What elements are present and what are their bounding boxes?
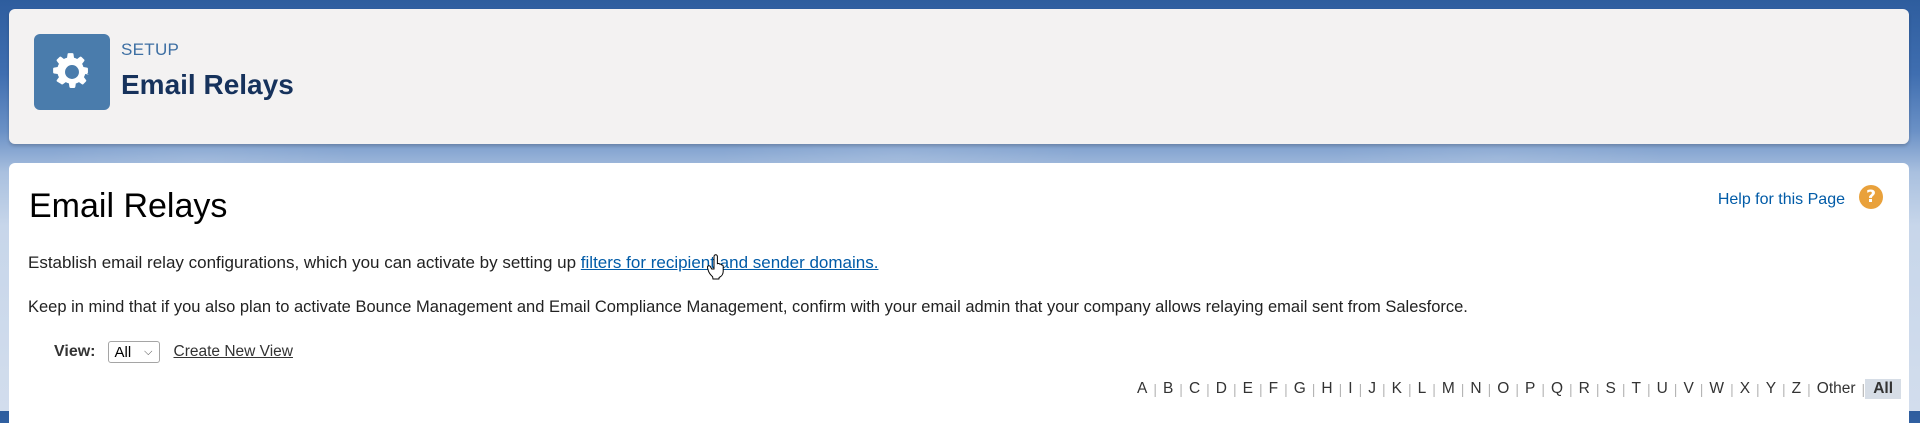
description-text: Establish email relay configurations, wh… xyxy=(28,253,581,272)
alpha-filter-all[interactable]: All xyxy=(1865,379,1901,399)
alpha-filter-l[interactable]: L xyxy=(1412,380,1433,398)
alpha-filter-m[interactable]: M xyxy=(1436,380,1461,398)
gear-icon xyxy=(53,53,89,88)
setup-gear-tile xyxy=(34,34,110,110)
alpha-filter-x[interactable]: X xyxy=(1734,380,1756,398)
header-title: Email Relays xyxy=(121,69,294,100)
view-select[interactable]: All ⌵ xyxy=(107,341,160,363)
help-icon[interactable]: ? xyxy=(1859,185,1883,209)
create-new-view-link[interactable]: Create New View xyxy=(174,343,293,361)
relay-note: Keep in mind that if you also plan to ac… xyxy=(28,298,1468,316)
alpha-filter-n[interactable]: N xyxy=(1464,380,1487,398)
alpha-filter-r[interactable]: R xyxy=(1573,380,1596,398)
alpha-filter-f[interactable]: F xyxy=(1263,380,1284,398)
alpha-filter-d[interactable]: D xyxy=(1210,380,1233,398)
alpha-filter-a[interactable]: A xyxy=(1131,380,1153,398)
alpha-filter-b[interactable]: B xyxy=(1157,380,1179,398)
alpha-filter-g[interactable]: G xyxy=(1288,380,1312,398)
page-header: SETUP Email Relays xyxy=(9,9,1909,144)
alpha-filter-i[interactable]: I xyxy=(1342,380,1358,398)
alpha-filter-o[interactable]: O xyxy=(1491,380,1515,398)
alpha-filter-k[interactable]: K xyxy=(1386,380,1408,398)
alpha-filter-t[interactable]: T xyxy=(1625,380,1646,398)
alpha-filter-h[interactable]: H xyxy=(1315,380,1338,398)
alpha-filter-v[interactable]: V xyxy=(1677,380,1699,398)
alpha-filter-c[interactable]: C xyxy=(1183,380,1206,398)
main-content: Email Relays Help for this Page ? Establ… xyxy=(9,163,1909,423)
alpha-filter-s[interactable]: S xyxy=(1600,380,1622,398)
hand-cursor-icon xyxy=(707,254,724,280)
alpha-filter-w[interactable]: W xyxy=(1703,380,1730,398)
chevron-down-icon: ⌵ xyxy=(144,345,153,358)
alpha-filter-u[interactable]: U xyxy=(1651,380,1674,398)
alpha-filter-q[interactable]: Q xyxy=(1545,380,1569,398)
view-select-value: All xyxy=(114,343,132,361)
view-label: View: xyxy=(54,343,96,360)
alpha-filter-p[interactable]: P xyxy=(1519,380,1541,398)
help-for-page-link[interactable]: Help for this Page xyxy=(1718,191,1845,209)
breadcrumb-setup: SETUP xyxy=(121,40,180,59)
alpha-filter-z[interactable]: Z xyxy=(1786,380,1807,398)
domain-filters-link[interactable]: filters for recipient and sender domains… xyxy=(581,253,879,272)
alphabet-filter: A | B | C | D | E | F | G | H | I | J | K | L | M | N | O | P | Q | R | S | T |… xyxy=(1131,379,1901,399)
description: Establish email relay configurations, wh… xyxy=(28,253,878,273)
alpha-filter-e[interactable]: E xyxy=(1237,380,1259,398)
alpha-filter-y[interactable]: Y xyxy=(1760,380,1782,398)
view-row: View: All ⌵ Create New View xyxy=(54,341,293,363)
alpha-filter-j[interactable]: J xyxy=(1362,380,1382,398)
page-title: Email Relays xyxy=(29,187,228,225)
alpha-filter-other[interactable]: Other xyxy=(1811,380,1862,398)
